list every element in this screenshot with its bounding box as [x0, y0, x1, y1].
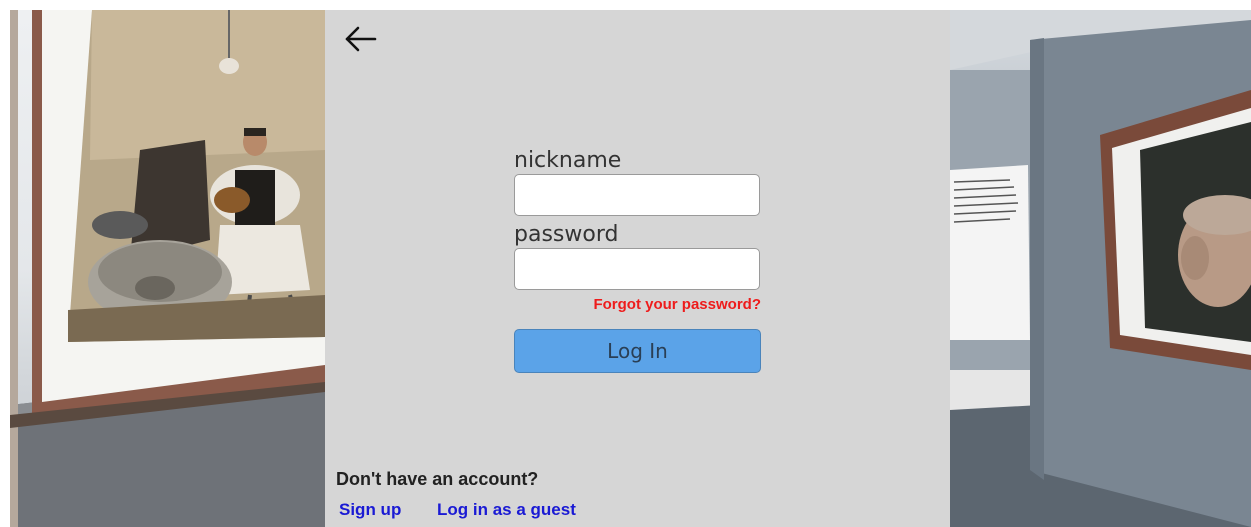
viewport: nickname password Forgot your password? …: [10, 10, 1251, 527]
nickname-label: nickname: [514, 148, 622, 173]
password-input[interactable]: [514, 248, 760, 290]
gallery-right-drawing: [950, 10, 1251, 527]
gallery-scene-left: [10, 10, 325, 527]
login-panel: nickname password Forgot your password? …: [325, 10, 950, 527]
forgot-password-link[interactable]: Forgot your password?: [559, 296, 761, 313]
no-account-text: Don't have an account?: [336, 469, 539, 489]
back-button[interactable]: [343, 24, 379, 54]
sign-up-link[interactable]: Sign up: [339, 500, 401, 520]
arrow-left-icon: [345, 26, 377, 52]
guest-login-link[interactable]: Log in as a guest: [437, 500, 576, 520]
login-button-label: Log In: [607, 339, 668, 363]
gallery-left-drawing: [10, 10, 325, 527]
nickname-input[interactable]: [514, 174, 760, 216]
login-button[interactable]: Log In: [514, 329, 761, 373]
info-plaque: [950, 165, 1030, 340]
password-label: password: [514, 222, 619, 247]
gallery-scene-right: [950, 10, 1251, 527]
